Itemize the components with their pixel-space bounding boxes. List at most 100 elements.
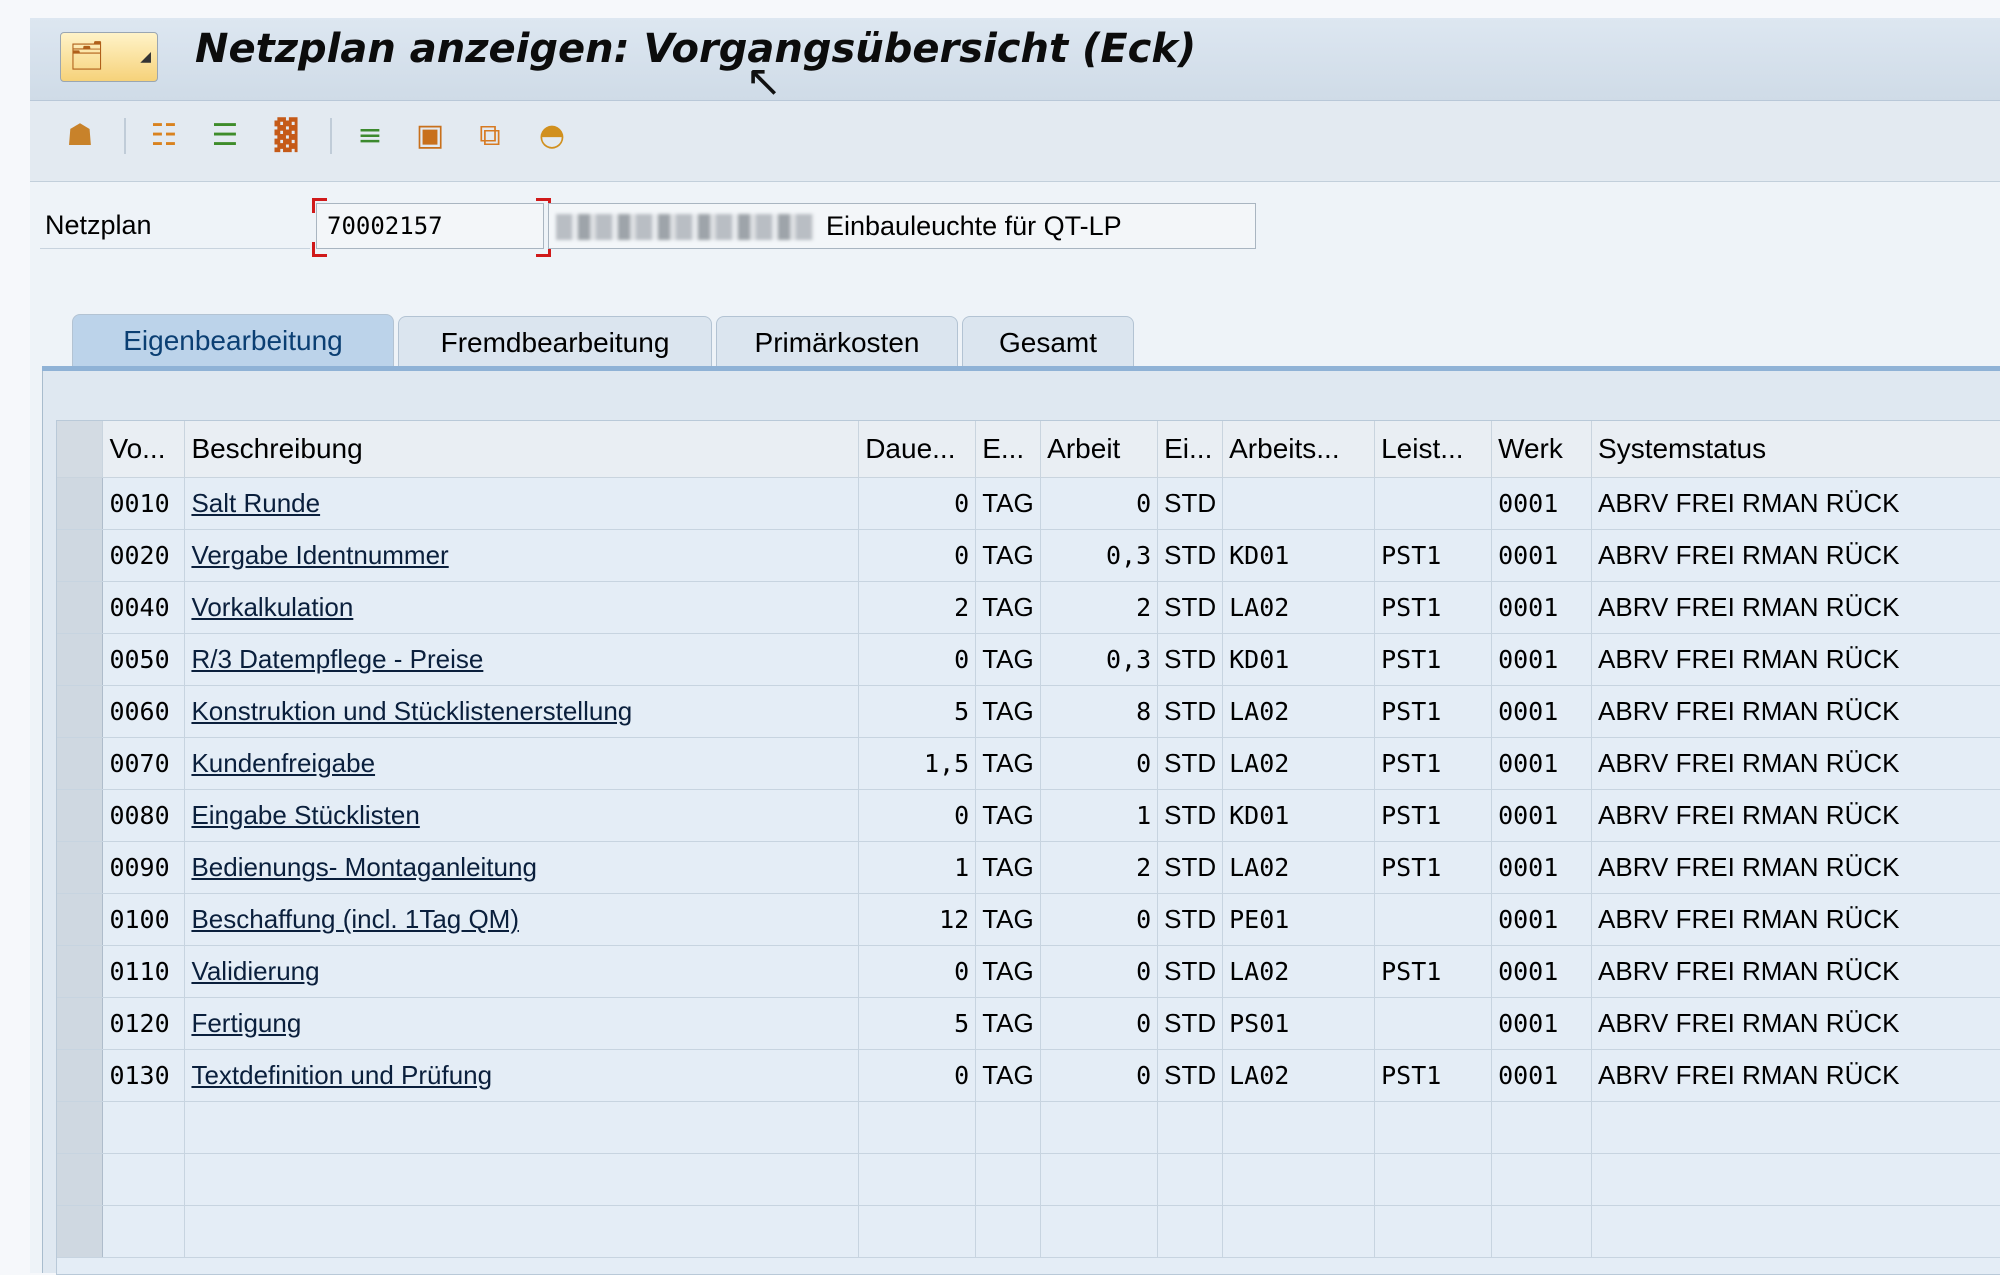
cell-systemstatus: ABRV FREI RMAN RÜCK: [1591, 633, 2000, 686]
list-icon[interactable]: ≡: [348, 114, 392, 158]
cell-werk: 0001: [1491, 529, 1593, 582]
tab-eigenbearbeitung[interactable]: Eigenbearbeitung: [72, 314, 394, 370]
cell-arbeitsplatz: PS01: [1222, 997, 1376, 1050]
cell-werk: 0001: [1491, 997, 1593, 1050]
column-header-vorgang[interactable]: Vo...: [102, 421, 186, 478]
column-header-arbeitsplatz[interactable]: Arbeits...: [1222, 421, 1376, 478]
cell-systemstatus: ABRV FREI RMAN RÜCK: [1591, 685, 2000, 738]
row-selector[interactable]: [57, 841, 104, 894]
column-header-systemstatus[interactable]: Systemstatus: [1591, 421, 2000, 478]
empty-cell: [184, 1101, 860, 1154]
cell-einheit-dauer: TAG: [975, 997, 1042, 1050]
table-row[interactable]: 0130 Textdefinition und Prüfung 0 TAG 0 STD LA…: [57, 1049, 2000, 1102]
copy-icon[interactable]: ⧉: [468, 114, 512, 158]
row-selector[interactable]: [57, 997, 104, 1050]
cell-werk: 0001: [1491, 581, 1593, 634]
empty-cell: [184, 1205, 860, 1258]
cell-einheit-arbeit: STD: [1157, 685, 1224, 738]
column-header-werk[interactable]: Werk: [1491, 421, 1593, 478]
table-row[interactable]: 0010 Salt Runde 0 TAG 0 STD 0001 ABRV FREI RMAN…: [57, 477, 2000, 530]
column-header-arbeit[interactable]: Arbeit: [1040, 421, 1159, 478]
application-toolbar: [30, 101, 2000, 182]
table-row[interactable]: 0090 Bedienungs- Montaganleitung 1 TAG 2 STD L…: [57, 841, 2000, 894]
column-header-dauer[interactable]: Daue...: [858, 421, 977, 478]
table-row[interactable]: 0110 Validierung 0 TAG 0 STD LA02 PST1 0001 ABRV …: [57, 945, 2000, 998]
row-selector[interactable]: [57, 893, 104, 946]
row-selector[interactable]: [57, 581, 104, 634]
row-selector[interactable]: [57, 633, 104, 686]
operation-link[interactable]: Konstruktion und Stücklistenerstellung: [191, 696, 632, 726]
row-selector[interactable]: [57, 1101, 104, 1154]
cell-beschreibung: R/3 Datempflege - Preise: [184, 633, 860, 686]
table-row[interactable]: 0080 Eingabe Stücklisten 0 TAG 1 STD KD01 PST1 0…: [57, 789, 2000, 842]
column-header-einheit-dauer[interactable]: E...: [975, 421, 1042, 478]
cell-systemstatus: ABRV FREI RMAN RÜCK: [1591, 789, 2000, 842]
focus-corner: [312, 242, 327, 257]
tab-label: Eigenbearbeitung: [123, 325, 343, 356]
operation-link[interactable]: Vergabe Identnummer: [191, 540, 448, 570]
cell-werk: 0001: [1491, 737, 1593, 790]
empty-cell: [102, 1101, 186, 1154]
operation-link[interactable]: Validierung: [191, 956, 319, 986]
cell-vorgang: 0090: [102, 841, 186, 894]
table-row[interactable]: 0100 Beschaffung (incl. 1Tag QM) 12 TAG 0 STD…: [57, 893, 2000, 946]
netzplan-field[interactable]: 70002157: [316, 203, 544, 249]
table-row[interactable]: 0060 Konstruktion und Stücklistenerstellu…: [57, 685, 2000, 738]
menu-button[interactable]: 🗂 ◢: [60, 32, 158, 82]
table-row[interactable]: 0120 Fertigung 5 TAG 0 STD PS01 0001 ABRV FREI R…: [57, 997, 2000, 1050]
row-selector[interactable]: [57, 945, 104, 998]
cell-einheit-arbeit: STD: [1157, 893, 1224, 946]
operation-link[interactable]: Vorkalkulation: [191, 592, 353, 622]
row-selector[interactable]: [57, 1049, 104, 1102]
chart-icon[interactable]: ▓: [264, 114, 308, 158]
column-header-leistungsart[interactable]: Leist...: [1374, 421, 1493, 478]
cell-einheit-dauer: TAG: [975, 633, 1042, 686]
mouse-cursor-icon: ↖: [745, 56, 782, 107]
cell-einheit-dauer: TAG: [975, 737, 1042, 790]
tab-fremdbearbeitung[interactable]: Fremdbearbeitung: [398, 316, 712, 368]
gantt-icon[interactable]: ☰: [203, 114, 247, 158]
component-icon[interactable]: ▣: [408, 114, 452, 158]
row-selector[interactable]: [57, 737, 104, 790]
table-row[interactable]: 0050 R/3 Datempflege - Preise 0 TAG 0,3 STD KD…: [57, 633, 2000, 686]
row-selector[interactable]: [57, 685, 104, 738]
tab-gesamt[interactable]: Gesamt: [962, 316, 1134, 368]
table-row[interactable]: 0020 Vergabe Identnummer 0 TAG 0,3 STD KD01 PST…: [57, 529, 2000, 582]
overview-icon[interactable]: ◓: [530, 114, 574, 158]
select-all-button[interactable]: [57, 421, 104, 478]
hierarchy-icon[interactable]: ☗: [58, 114, 102, 158]
table-row[interactable]: 0040 Vorkalkulation 2 TAG 2 STD LA02 PST1 0001 AB…: [57, 581, 2000, 634]
operation-link[interactable]: Beschaffung (incl. 1Tag QM): [191, 904, 519, 934]
operation-link[interactable]: Salt Runde: [191, 488, 320, 518]
tab-label: Fremdbearbeitung: [440, 327, 670, 358]
operation-link[interactable]: Fertigung: [191, 1008, 301, 1038]
operation-link[interactable]: Eingabe Stücklisten: [191, 800, 419, 830]
empty-cell: [1591, 1153, 2000, 1206]
structure-icon[interactable]: ☷: [142, 114, 186, 158]
cell-leistungsart: [1374, 477, 1493, 530]
operation-link[interactable]: Bedienungs- Montaganleitung: [191, 852, 536, 882]
cell-arbeitsplatz: [1222, 477, 1376, 530]
row-selector[interactable]: [57, 477, 104, 530]
cell-leistungsart: PST1: [1374, 737, 1493, 790]
table-row[interactable]: 0070 Kundenfreigabe 1,5 TAG 0 STD LA02 PST1 0001…: [57, 737, 2000, 790]
cell-vorgang: 0070: [102, 737, 186, 790]
cell-einheit-arbeit: STD: [1157, 633, 1224, 686]
operation-link[interactable]: Textdefinition und Prüfung: [191, 1060, 492, 1090]
operation-link[interactable]: Kundenfreigabe: [191, 748, 375, 778]
tab-primaerkosten[interactable]: Primärkosten: [716, 316, 958, 368]
row-selector[interactable]: [57, 789, 104, 842]
empty-cell: [1222, 1101, 1376, 1154]
column-header-einheit-arbeit[interactable]: Ei...: [1157, 421, 1224, 478]
row-selector[interactable]: [57, 529, 104, 582]
row-selector[interactable]: [57, 1153, 104, 1206]
row-selector[interactable]: [57, 1205, 104, 1258]
column-header-beschreibung[interactable]: Beschreibung: [184, 421, 860, 478]
empty-cell: [1491, 1101, 1593, 1154]
cell-dauer: 1,5: [858, 737, 977, 790]
toolbar-separator: [330, 118, 332, 154]
cell-arbeit: 0: [1040, 945, 1159, 998]
cell-beschreibung: Bedienungs- Montaganleitung: [184, 841, 860, 894]
operation-link[interactable]: R/3 Datempflege - Preise: [191, 644, 483, 674]
cell-vorgang: 0050: [102, 633, 186, 686]
